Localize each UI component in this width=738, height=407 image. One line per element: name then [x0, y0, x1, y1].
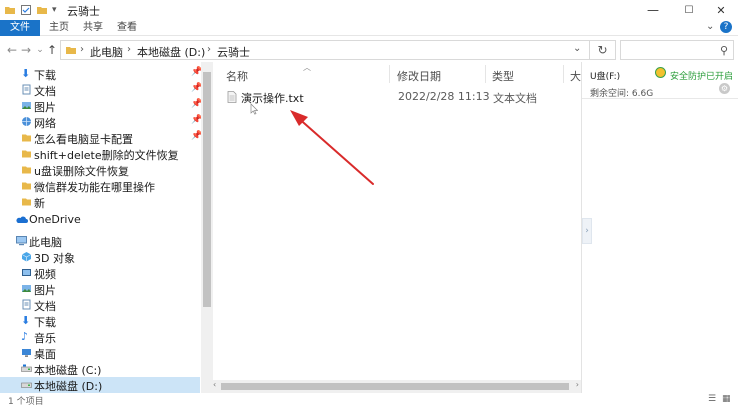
tab-share[interactable]: 共享 — [76, 20, 110, 36]
nav-item-onedrive[interactable]: OneDrive — [0, 212, 200, 228]
folder-icon — [5, 7, 15, 14]
nav-item-drive-d[interactable]: 本地磁盘 (D:) — [0, 377, 200, 393]
explorer-window: ▾ 云骑士 — ☐ ✕ 文件 主页 共享 查看 ⌄ ? ← → ⌄ ↑ › 此电… — [0, 0, 738, 407]
search-input[interactable]: ⚲ — [620, 40, 734, 60]
divider — [582, 98, 738, 99]
nav-item-music[interactable]: ♪ 音乐 — [0, 329, 200, 345]
nav-item-folder[interactable]: 怎么看电脑显卡配置 📌 — [0, 130, 202, 146]
scroll-left-icon[interactable]: ‹ — [213, 380, 216, 389]
window-title: 云骑士 — [67, 5, 100, 18]
breadcrumb-separator[interactable]: › — [80, 44, 84, 55]
security-status: 安全防护已开启 — [670, 72, 734, 82]
item-count: 1 个项目 — [8, 397, 44, 407]
desktop-icon — [22, 349, 31, 357]
details-view-icon[interactable]: ☰ — [708, 394, 716, 404]
download-arrow-icon: ⬇ — [21, 67, 31, 80]
scroll-right-icon[interactable]: › — [576, 380, 579, 389]
forward-button[interactable]: → — [19, 42, 33, 58]
large-icons-view-icon[interactable]: ▦ — [722, 394, 731, 404]
music-icon: ♪ — [21, 330, 29, 343]
nav-item-documents[interactable]: 文档 — [0, 297, 200, 313]
nav-item-pictures[interactable]: 图片 📌 — [0, 98, 202, 114]
ribbon-tabs: 文件 主页 共享 查看 ⌄ ? — [0, 20, 738, 36]
status-bar: 1 个项目 ☰ ▦ — [0, 393, 738, 407]
drive-label: U盘(F:) — [590, 72, 621, 82]
picture-icon — [22, 285, 31, 292]
properties-icon[interactable] — [20, 4, 32, 16]
tab-home[interactable]: 主页 — [42, 20, 76, 36]
address-bar[interactable]: › 此电脑 › 本地磁盘 (D:) › 云骑士 ⌄ — [60, 40, 590, 60]
customize-qat-icon[interactable]: ▾ — [52, 5, 57, 15]
annotation-arrow — [290, 110, 374, 185]
address-dropdown-icon[interactable]: ⌄ — [573, 43, 581, 54]
video-icon — [22, 269, 31, 276]
new-folder-icon[interactable] — [36, 4, 48, 16]
document-icon — [22, 299, 31, 310]
tab-file[interactable]: 文件 — [0, 20, 40, 36]
picture-icon — [22, 102, 31, 109]
nav-item-downloads[interactable]: ⬇ 下载 — [0, 313, 200, 329]
network-icon — [22, 117, 31, 126]
nav-scrollbar[interactable] — [201, 62, 213, 393]
nav-item-videos[interactable]: 视频 — [0, 265, 200, 281]
nav-item-pictures[interactable]: 图片 — [0, 281, 200, 297]
navigation-pane: ⬇ 下载 📌 文档 📌 图片 📌 网络 📌 怎么看电脑显卡配置 📌 shift+… — [0, 62, 213, 393]
up-button[interactable]: ↑ — [45, 42, 59, 58]
folder-icon — [22, 198, 31, 206]
nav-item-desktop[interactable]: 桌面 — [0, 345, 200, 361]
shield-icon — [655, 67, 666, 78]
quick-access-toolbar: ▾ — [4, 3, 57, 17]
title-bar: ▾ 云骑士 — ☐ ✕ — [0, 0, 738, 20]
help-icon[interactable]: ? — [720, 21, 732, 33]
download-arrow-icon: ⬇ — [21, 314, 31, 327]
breadcrumb-current-folder[interactable]: 云骑士 — [217, 44, 250, 60]
refresh-button[interactable]: ↻ — [590, 40, 616, 60]
horizontal-scrollbar[interactable]: ‹ › — [213, 380, 581, 393]
search-icon: ⚲ — [719, 44, 728, 57]
settings-icon[interactable]: ⚙ — [719, 83, 730, 94]
close-button[interactable]: ✕ — [704, 0, 738, 20]
nav-item-drive-c[interactable]: 本地磁盘 (C:) — [0, 361, 200, 377]
nav-item-folder[interactable]: 新 — [0, 194, 200, 210]
nav-item-3d-objects[interactable]: 3D 对象 — [0, 249, 200, 265]
nav-item-folder[interactable]: 微信群发功能在哪里操作 — [0, 178, 200, 194]
drive-icon — [21, 382, 32, 388]
folder-icon — [22, 166, 31, 174]
breadcrumb-separator[interactable]: › — [127, 44, 131, 55]
expand-pane-button[interactable]: › — [582, 218, 592, 244]
maximize-button[interactable]: ☐ — [672, 0, 706, 20]
details-pane: U盘(F:) 安全防护已开启 剩余空间: 6.6G ⚙ › — [581, 62, 738, 393]
address-row: ← → ⌄ ↑ › 此电脑 › 本地磁盘 (D:) › 云骑士 ⌄ ↻ ⚲ — [0, 38, 738, 62]
folder-icon — [22, 182, 31, 190]
scrollbar-thumb[interactable] — [221, 383, 569, 390]
nav-item-downloads[interactable]: ⬇ 下载 📌 — [0, 66, 202, 82]
cloud-icon — [16, 216, 28, 223]
drive-icon — [21, 364, 32, 372]
nav-item-folder[interactable]: u盘误删除文件恢复 — [0, 162, 200, 178]
nav-item-this-pc[interactable]: 此电脑 — [0, 233, 200, 249]
computer-icon — [16, 236, 27, 246]
folder-icon — [22, 134, 31, 142]
breadcrumb-separator[interactable]: › — [207, 44, 211, 55]
nav-item-documents[interactable]: 文档 📌 — [0, 82, 202, 98]
nav-item-folder[interactable]: shift+delete删除的文件恢复 — [0, 146, 200, 162]
document-icon — [22, 84, 31, 95]
folder-icon — [22, 150, 31, 158]
back-button[interactable]: ← — [5, 42, 19, 58]
folder-icon — [66, 47, 76, 54]
chevron-down-icon[interactable]: ⌄ — [706, 21, 714, 32]
file-list-pane: ︿ 名称 修改日期 类型 大 演示操作.txt 2022/2/28 11:13 … — [213, 62, 581, 393]
minimize-button[interactable]: — — [636, 0, 670, 20]
nav-item-network[interactable]: 网络 📌 — [0, 114, 202, 130]
breadcrumb-this-pc[interactable]: 此电脑 — [90, 44, 123, 60]
scrollbar-thumb[interactable] — [203, 72, 211, 307]
breadcrumb-drive-d[interactable]: 本地磁盘 (D:) — [137, 44, 205, 60]
tab-view[interactable]: 查看 — [110, 20, 144, 36]
cube-icon — [21, 252, 32, 262]
